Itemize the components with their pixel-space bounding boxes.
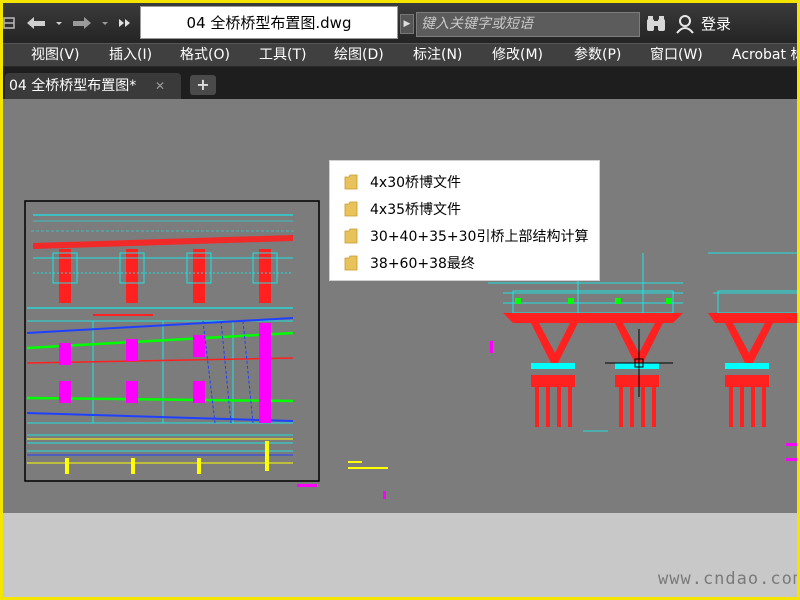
menu-bar: 视图(V) 插入(I) 格式(O) 工具(T) 绘图(D) 标注(N) 修改(M… (3, 43, 797, 67)
close-icon[interactable]: ✕ (155, 73, 165, 99)
title-bar: 04 全桥桥型布置图.dwg ▶ 键入关键字或短语 登录 (3, 3, 797, 43)
folder-label: 38+60+38最终 (370, 256, 475, 272)
menu-parameters[interactable]: 参数(P) (574, 44, 621, 67)
app-window: 04 全桥桥型布置图.dwg ▶ 键入关键字或短语 登录 视图(V) 插入(I)… (0, 0, 800, 600)
redo-arrow-icon[interactable] (67, 12, 97, 34)
folder-icon (344, 255, 358, 271)
double-chevron-icon[interactable] (115, 12, 135, 34)
login-link[interactable]: 登录 (701, 13, 731, 35)
menu-format[interactable]: 格式(O) (180, 44, 230, 67)
menu-insert[interactable]: 插入(I) (109, 44, 152, 67)
menu-dimension[interactable]: 标注(N) (413, 44, 462, 67)
cad-sections-right (348, 252, 797, 499)
document-tab-bar: 04 全桥桥型布置图* ✕ (3, 67, 797, 99)
new-tab-button[interactable]: + (190, 75, 216, 95)
menu-window[interactable]: 窗口(W) (650, 44, 703, 67)
watermark: www.cndao.com (658, 569, 800, 589)
folder-label: 30+40+35+30引桥上部结构计算 (370, 229, 589, 245)
menu-view[interactable]: 视图(V) (31, 44, 80, 67)
folder-list-popup: 4x30桥博文件 4x35桥博文件 30+40+35+30引桥上部结构计算 38… (329, 160, 600, 281)
tab-label: 04 全桥桥型布置图* (9, 78, 137, 94)
folder-item[interactable]: 4x35桥博文件 (344, 197, 461, 221)
folder-item[interactable]: 30+40+35+30引桥上部结构计算 (344, 224, 588, 248)
folder-item[interactable]: 38+60+38最终 (344, 251, 475, 275)
search-input[interactable]: 键入关键字或短语 (416, 12, 640, 37)
app-menu-icon[interactable] (3, 12, 17, 34)
binoculars-icon[interactable] (645, 15, 667, 33)
menu-draw[interactable]: 绘图(D) (334, 44, 384, 67)
undo-dropdown-icon[interactable] (53, 12, 65, 34)
triangle-right-icon[interactable]: ▶ (400, 14, 414, 34)
undo-arrow-icon[interactable] (21, 12, 51, 34)
menu-acrobat[interactable]: Acrobat 标 (732, 44, 797, 67)
redo-dropdown-icon[interactable] (99, 12, 111, 34)
folder-icon (344, 174, 358, 190)
folder-item[interactable]: 4x30桥博文件 (344, 170, 461, 194)
menu-tools[interactable]: 工具(T) (259, 44, 306, 67)
folder-icon (344, 228, 358, 244)
user-icon[interactable] (675, 14, 695, 34)
menu-modify[interactable]: 修改(M) (492, 44, 543, 67)
folder-icon (344, 201, 358, 217)
tab-drawing[interactable]: 04 全桥桥型布置图* ✕ (5, 73, 181, 99)
folder-label: 4x35桥博文件 (370, 202, 462, 218)
cad-sheet-left (24, 200, 320, 487)
folder-label: 4x30桥博文件 (370, 175, 462, 191)
document-title: 04 全桥桥型布置图.dwg (140, 6, 398, 39)
